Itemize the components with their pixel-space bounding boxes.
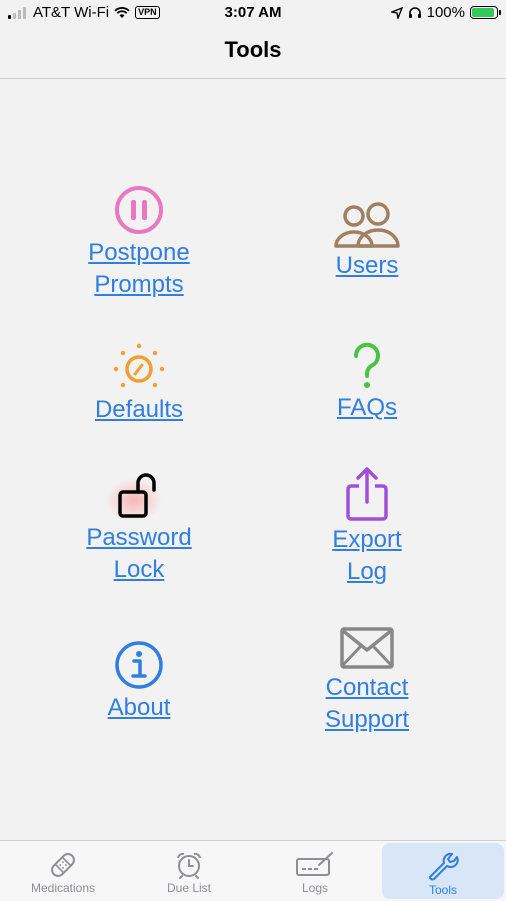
export-log-button[interactable]: Export Log xyxy=(277,466,457,588)
tab-bar: Medications Due List Logs Tools xyxy=(0,840,506,901)
tab-logs-label: Logs xyxy=(301,881,329,895)
envelope-icon xyxy=(340,627,394,669)
log-book-icon xyxy=(296,852,333,876)
postpone-label-line1[interactable]: Postpone xyxy=(49,237,229,269)
postpone-prompts-button[interactable]: Postpone Prompts xyxy=(49,185,229,301)
postpone-label-line2[interactable]: Prompts xyxy=(49,269,229,301)
users-button[interactable]: Users xyxy=(277,202,457,282)
bandage-icon xyxy=(51,853,75,877)
faqs-button[interactable]: FAQs xyxy=(277,342,457,424)
battery-icon xyxy=(470,6,501,19)
tab-due-list[interactable]: Due List xyxy=(126,841,252,901)
defaults-label[interactable]: Defaults xyxy=(49,394,229,426)
page-title: Tools xyxy=(0,26,506,79)
contact-label-line1[interactable]: Contact xyxy=(277,672,457,704)
password-label-line1[interactable]: Password xyxy=(49,522,229,554)
tab-tools-label: Tools xyxy=(428,883,457,897)
password-lock-button[interactable]: Password Lock xyxy=(49,470,229,586)
users-icon xyxy=(334,202,400,248)
defaults-button[interactable]: Defaults xyxy=(49,342,229,426)
export-label-line2[interactable]: Log xyxy=(277,556,457,588)
tab-medications-label: Medications xyxy=(30,881,96,895)
sun-dial-icon xyxy=(113,343,165,388)
password-label-line2[interactable]: Lock xyxy=(49,554,229,586)
question-mark-icon xyxy=(353,342,380,388)
tab-medications[interactable]: Medications xyxy=(0,841,126,901)
status-bar: AT&T Wi-Fi VPN 3:07 AM 100% xyxy=(0,0,506,26)
headphones-icon xyxy=(408,6,421,18)
contact-label-line2[interactable]: Support xyxy=(277,704,457,736)
battery-percent: 100% xyxy=(426,4,465,21)
location-arrow-icon xyxy=(390,6,403,19)
tab-tools[interactable]: Tools xyxy=(382,843,504,899)
status-right: 100% xyxy=(390,4,501,21)
users-label[interactable]: Users xyxy=(277,250,457,282)
contact-support-button[interactable]: Contact Support xyxy=(277,626,457,736)
pause-circle-icon xyxy=(115,186,163,234)
export-label-line1[interactable]: Export xyxy=(277,524,457,556)
tab-logs[interactable]: Logs xyxy=(252,841,378,901)
about-button[interactable]: About xyxy=(49,640,229,724)
alarm-clock-icon xyxy=(177,852,201,879)
about-label[interactable]: About xyxy=(49,692,229,724)
info-circle-icon xyxy=(115,641,163,689)
faqs-label[interactable]: FAQs xyxy=(277,392,457,424)
share-icon xyxy=(346,467,388,521)
wrench-icon xyxy=(429,852,459,881)
tab-due-list-label: Due List xyxy=(166,881,212,895)
unlock-icon xyxy=(106,473,162,520)
